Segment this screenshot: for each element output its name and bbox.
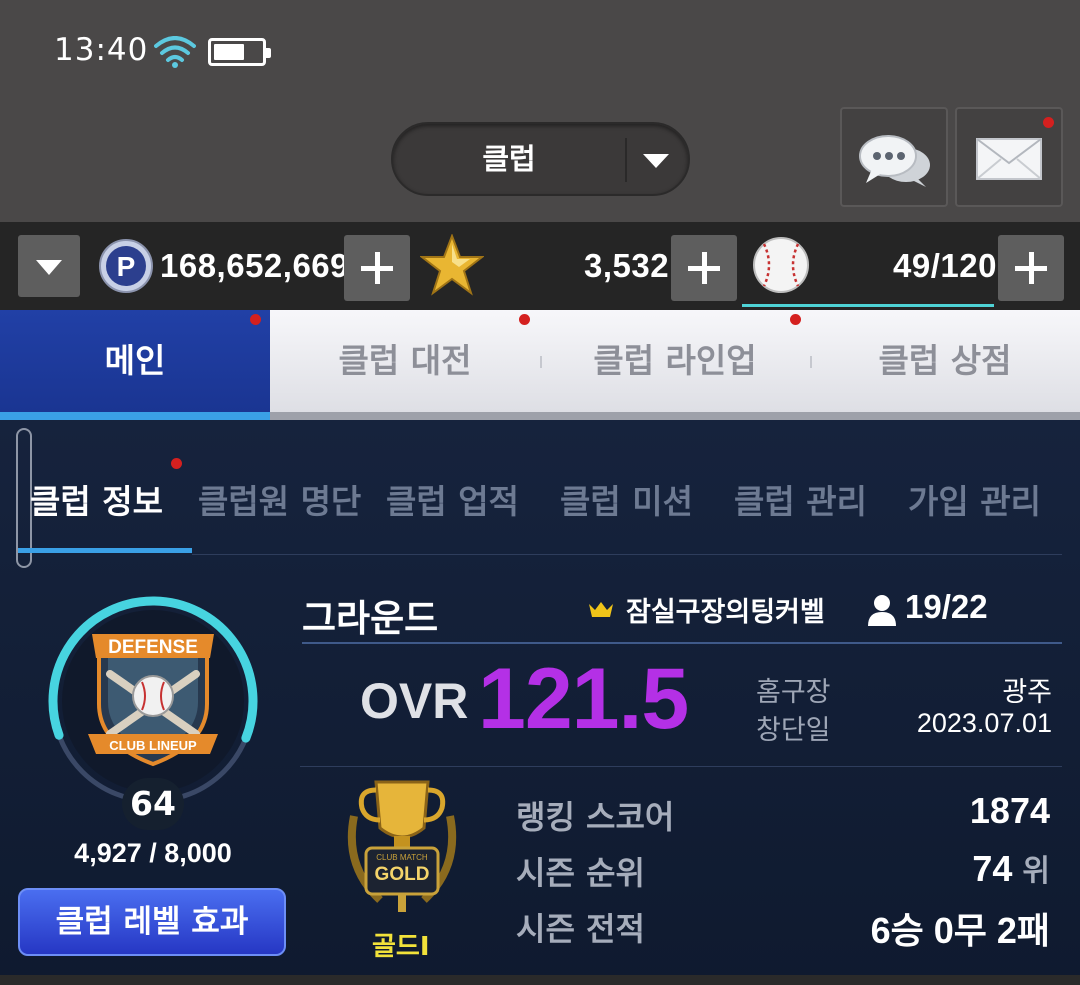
tab-separator [810, 356, 812, 368]
trophy-small-text: CLUB MATCH [376, 853, 428, 862]
crown-icon [589, 602, 613, 617]
subtab-member-list[interactable]: 클럽원 명단 [198, 474, 361, 530]
battery-icon [208, 38, 271, 66]
season-record-value: 6승 0무 2패 [870, 910, 1050, 951]
gold-trophy-icon: CLUB MATCH GOLD [347, 780, 457, 912]
tab-main-notification-dot [250, 314, 261, 325]
mail-notification-dot [1043, 117, 1054, 128]
club-level: 64 [122, 778, 184, 830]
svg-text:P: P [117, 251, 136, 282]
ovr-value: 121.5 [478, 651, 689, 747]
member-count: 19/22 [905, 588, 988, 625]
club-exp: 4,927 / 8,000 [74, 838, 232, 868]
balls-amount: 49/120 [893, 247, 997, 284]
club-selector-dropdown[interactable]: 클럽 [391, 122, 690, 196]
ranking-score-label: 랭킹 스코어 [516, 798, 675, 836]
currency-dropdown-button[interactable] [18, 235, 80, 297]
points-amount: 168,652,669 [160, 247, 350, 284]
active-subtab-underline [18, 548, 192, 553]
tab-club-shop[interactable]: 클럽 상점 [810, 310, 1080, 412]
trophy-text: GOLD [375, 864, 430, 885]
subtab-management[interactable]: 클럽 관리 [734, 474, 867, 530]
main-tab-bar: 메인 클럽 대전 클럽 라인업 클럽 상점 [0, 310, 1080, 420]
bottom-edge [0, 975, 1080, 985]
baseball-icon [753, 237, 809, 293]
top-bar: 13:40 클럽 [0, 0, 1080, 222]
add-balls-button[interactable] [998, 235, 1064, 301]
season-rank-unit: 위 [1022, 855, 1050, 888]
season-rank-label: 시즌 순위 [516, 854, 645, 892]
tab-separator [540, 356, 542, 368]
tab-bar-bottom-edge [270, 412, 1080, 420]
mail-button[interactable] [955, 107, 1063, 207]
season-rank-value: 74 [972, 848, 1013, 889]
add-points-button[interactable] [344, 235, 410, 301]
chat-button[interactable] [840, 107, 948, 207]
stars-amount: 3,532 [584, 247, 670, 284]
subtab-club-info[interactable]: 클럽 정보 [30, 474, 163, 530]
chevron-down-icon [643, 154, 669, 168]
chat-bubble-icon [859, 135, 930, 187]
ovr-label: OVR [360, 673, 469, 729]
app-screen: 13:40 클럽 P 168,652,669 3,532 49/120 메인 클… [0, 0, 1080, 985]
tab-battle-notification-dot [519, 314, 530, 325]
tab-club-lineup[interactable]: 클럽 라인업 [540, 310, 810, 412]
club-level-effect-button[interactable]: 클럽 레벨 효과 [18, 888, 286, 956]
divider-line [300, 766, 1062, 767]
subtab-info-notification-dot [171, 458, 182, 469]
tab-main[interactable]: 메인 [0, 310, 270, 412]
triangle-down-icon [36, 260, 62, 275]
wifi-icon [154, 36, 196, 68]
balls-progress-line [742, 304, 994, 307]
subtab-join-management[interactable]: 가입 관리 [908, 474, 1041, 530]
home-stadium-value: 광주 [1002, 677, 1052, 707]
point-coin-icon: P [99, 239, 153, 293]
tab-lineup-notification-dot [790, 314, 801, 325]
club-name: 그라운드 [302, 597, 439, 640]
add-stars-button[interactable] [671, 235, 737, 301]
member-icon [868, 595, 896, 626]
emblem-top-text: DEFENSE [108, 637, 198, 658]
subtab-divider [192, 554, 1062, 555]
club-selector-label: 클럽 [482, 142, 536, 176]
season-rank: 74 위 [972, 846, 1050, 890]
subtab-achievements[interactable]: 클럽 업적 [386, 474, 519, 530]
club-info-panel: 클럽 정보 클럽원 명단 클럽 업적 클럽 미션 클럽 관리 가입 관리 DEF… [0, 420, 1080, 985]
tier-name: 골드Ⅰ [372, 932, 430, 962]
founded-value: 2023.07.01 [916, 708, 1052, 738]
status-time: 13:40 [54, 32, 149, 68]
selector-divider [625, 138, 627, 182]
club-leader: 잠실구장의팅커벨 [626, 597, 825, 628]
star-icon [420, 234, 484, 296]
active-tab-underline [0, 412, 270, 420]
season-record-label: 시즌 전적 [516, 910, 645, 948]
ranking-score-value: 1874 [969, 790, 1050, 831]
currency-bar: P 168,652,669 3,532 49/120 [0, 222, 1080, 310]
home-stadium-label: 홈구장 [756, 677, 831, 708]
divider-line [302, 642, 1062, 644]
tab-club-battle[interactable]: 클럽 대전 [270, 310, 540, 412]
emblem-bottom-text: CLUB LINEUP [109, 738, 197, 753]
subtab-missions[interactable]: 클럽 미션 [560, 474, 693, 530]
founded-label: 창단일 [756, 715, 831, 746]
